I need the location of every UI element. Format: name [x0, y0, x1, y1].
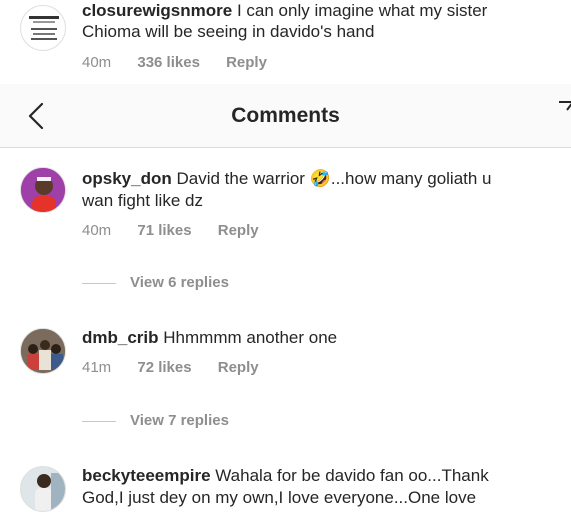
view-replies-button[interactable]: View 7 replies: [130, 412, 229, 429]
view-replies-divider: [82, 283, 116, 284]
avatar-beckyteeempire[interactable]: [20, 466, 66, 512]
comment-body: David the warrior 🤣...how many goliath u: [176, 169, 492, 188]
reply-button[interactable]: Reply: [218, 359, 259, 376]
comment-text: closurewigsnmore I can only imagine what…: [82, 0, 487, 22]
comments-header: Comments: [0, 84, 571, 148]
comment-meta: 40m 71 likes Reply: [82, 222, 281, 239]
comment-body-line2: wan fight like dz: [82, 191, 203, 210]
previous-comment: closurewigsnmore I can only imagine what…: [0, 0, 571, 84]
comment-likes[interactable]: 72 likes: [137, 359, 191, 376]
comment-username[interactable]: dmb_crib: [82, 328, 159, 347]
comment-body-line2: Chioma will be seeing in davido's hand: [82, 22, 375, 41]
avatar-dmb-crib[interactable]: [20, 328, 66, 374]
comment-likes[interactable]: 71 likes: [137, 222, 191, 239]
comment-meta: 40m 336 likes Reply: [82, 54, 289, 71]
avatar-opsky-don[interactable]: [20, 167, 66, 213]
page-title: Comments: [231, 104, 340, 127]
comment-body: I can only imagine what my sister: [236, 1, 488, 20]
comment-body: Hhmmmm another one: [163, 328, 338, 347]
reply-button[interactable]: Reply: [218, 222, 259, 239]
comment-time: 40m: [82, 54, 112, 71]
comment-likes[interactable]: 336 likes: [137, 54, 200, 71]
view-replies-divider: [82, 421, 116, 422]
avatar-closurewigsnmore[interactable]: [20, 5, 66, 51]
send-icon[interactable]: [559, 100, 571, 120]
view-replies-button[interactable]: View 6 replies: [130, 274, 229, 291]
comment-meta: 41m 72 likes Reply: [82, 359, 281, 376]
reply-button[interactable]: Reply: [226, 54, 267, 71]
comment-text: dmb_crib Hhmmmm another one: [82, 327, 337, 349]
comment-body: Wahala for be davido fan oo...Thank: [215, 466, 489, 485]
comment-username[interactable]: closurewigsnmore: [82, 1, 232, 20]
comment-text: opsky_don David the warrior 🤣...how many…: [82, 168, 492, 190]
comment-time: 40m: [82, 222, 112, 239]
comment-time: 41m: [82, 359, 112, 376]
comment-username[interactable]: beckyteeempire: [82, 466, 211, 485]
comment-username[interactable]: opsky_don: [82, 169, 172, 188]
comment-text: beckyteeempire Wahala for be davido fan …: [82, 465, 489, 487]
